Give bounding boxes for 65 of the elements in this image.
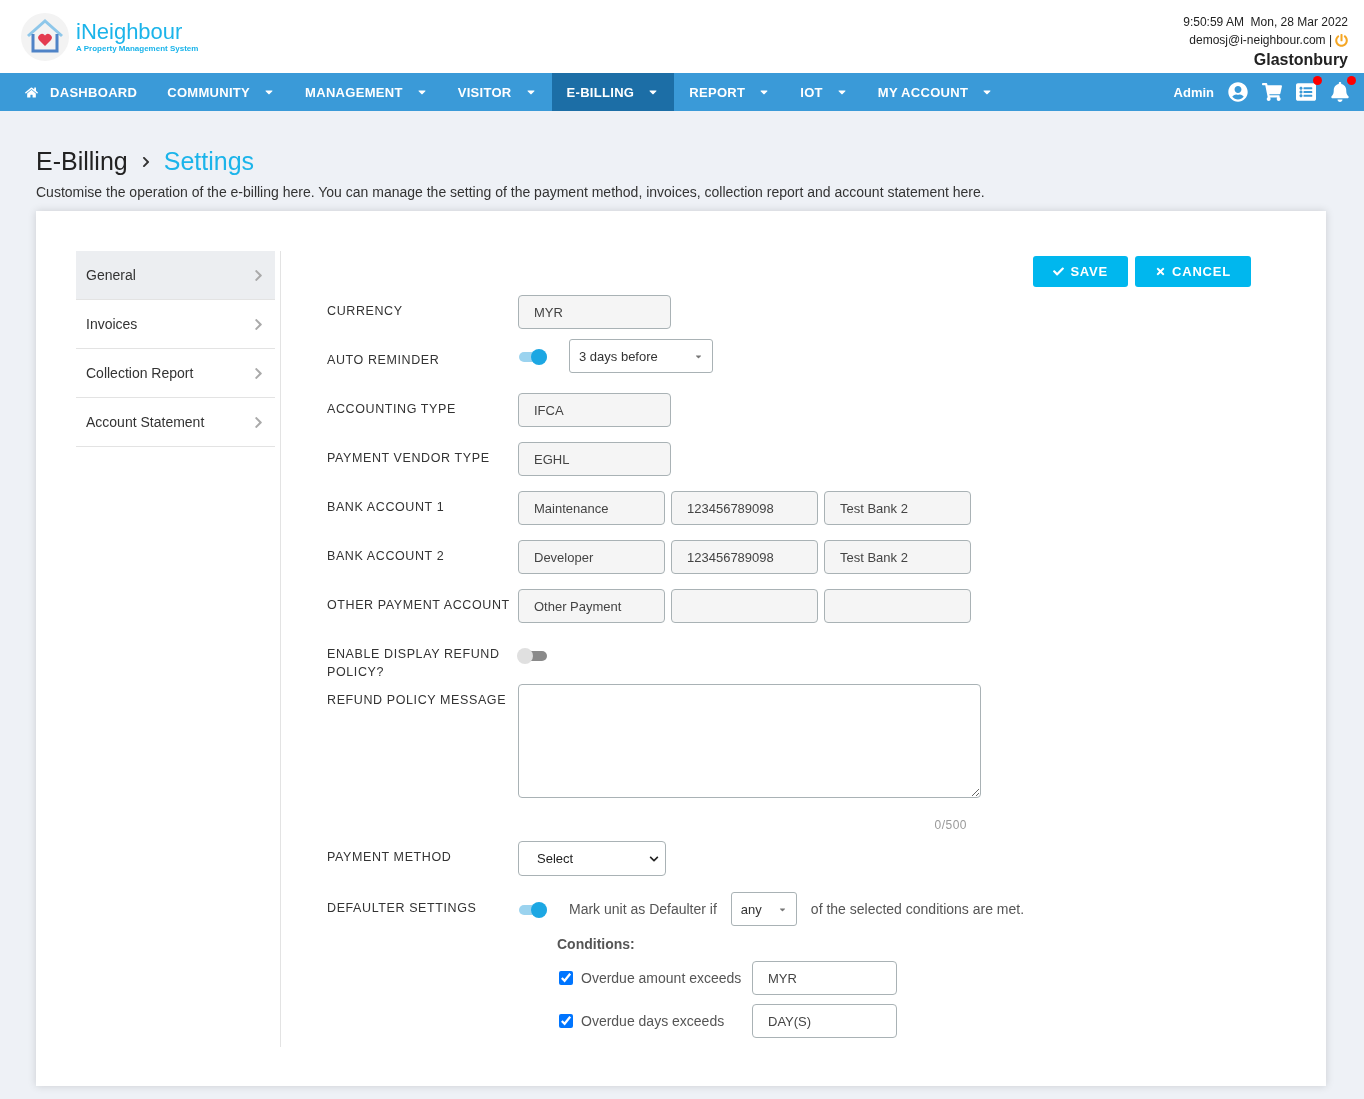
dropdown[interactable]: 3 days before xyxy=(569,339,713,373)
page-description: Customise the operation of the e-billing here. You can manage the setting of the payment method, invoices, collection report and account statement here. xyxy=(36,184,986,200)
chevron-down-icon xyxy=(649,853,659,864)
text-field[interactable] xyxy=(824,589,971,623)
bell-icon[interactable] xyxy=(1330,82,1350,102)
breadcrumb-section[interactable]: E-Billing xyxy=(36,147,128,176)
home-icon xyxy=(25,85,38,99)
text-field[interactable]: DAY(S) xyxy=(752,1004,897,1038)
field-label: AUTO REMINDER xyxy=(327,352,441,369)
toggle-switch[interactable] xyxy=(519,651,547,661)
select-field[interactable]: Select xyxy=(518,841,666,876)
field-label: PAYMENT VENDOR TYPE xyxy=(327,450,491,467)
profile-icon[interactable] xyxy=(1228,82,1248,102)
field-label: ENABLE DISPLAY REFUND POLICY? xyxy=(327,646,501,681)
text-field[interactable]: MYR xyxy=(752,961,897,995)
text-field[interactable] xyxy=(671,589,818,623)
field-label: DEFAULTER SETTINGS xyxy=(327,900,478,917)
cart-icon[interactable] xyxy=(1262,82,1282,102)
nav-menu-item[interactable]: E-BILLING xyxy=(551,73,675,111)
conditions-heading: Conditions: xyxy=(557,936,636,952)
field-label: BANK ACCOUNT 1 xyxy=(327,499,446,516)
chevron-right-icon xyxy=(252,268,265,282)
field-label: ACCOUNTING TYPE xyxy=(327,401,457,418)
condition-label: Overdue amount exceeds xyxy=(581,970,743,986)
defaulter-text: of the selected conditions are met. xyxy=(810,901,1025,917)
checkbox[interactable] xyxy=(559,971,573,985)
chevron-right-icon xyxy=(252,317,265,331)
text-field[interactable]: 123456789098 xyxy=(671,491,818,525)
text-field[interactable]: MYR xyxy=(518,295,671,329)
text-field[interactable]: Other Payment xyxy=(518,589,665,623)
defaulter-text: Mark unit as Defaulter if xyxy=(569,901,717,917)
logo-name: iNeighbour xyxy=(76,20,184,44)
user-role: Admin xyxy=(1173,84,1214,100)
toggle-switch[interactable] xyxy=(519,352,547,362)
text-field[interactable]: Test Bank 2 xyxy=(824,540,971,574)
field-label: PAYMENT METHOD xyxy=(327,849,453,866)
page-title: Settings xyxy=(163,147,255,176)
check-icon xyxy=(1053,266,1065,277)
text-field[interactable]: Test Bank 2 xyxy=(824,491,971,525)
site-name: Glastonbury xyxy=(1253,51,1348,69)
condition-label: Overdue days exceeds xyxy=(581,1013,726,1029)
close-icon xyxy=(1155,266,1167,277)
dropdown[interactable]: any xyxy=(730,892,797,926)
checkbox[interactable] xyxy=(559,1014,573,1028)
message-textarea[interactable] xyxy=(518,684,981,798)
list-icon[interactable] xyxy=(1296,82,1316,102)
sidebar-item[interactable]: General xyxy=(76,251,275,300)
field-label: OTHER PAYMENT ACCOUNT xyxy=(327,597,511,614)
date-time: 9:50:59 AM Mon, 28 Mar 2022 xyxy=(1183,15,1348,29)
field-label: REFUND POLICY MESSAGE xyxy=(327,692,508,709)
text-field[interactable]: Maintenance xyxy=(518,491,665,525)
house-heart-logo xyxy=(20,11,70,62)
chevron-right-icon xyxy=(252,415,265,429)
power-icon[interactable] xyxy=(1335,33,1348,47)
character-counter: 0/500 xyxy=(933,818,967,832)
text-field[interactable]: Developer xyxy=(518,540,665,574)
text-field[interactable]: 123456789098 xyxy=(671,540,818,574)
field-label: BANK ACCOUNT 2 xyxy=(327,548,446,565)
logo-tagline: A Property Management System xyxy=(76,44,199,53)
user-email: demosj@i-neighbour.com | xyxy=(1189,33,1332,47)
toggle-switch[interactable] xyxy=(519,905,547,915)
field-label: CURRENCY xyxy=(327,303,404,320)
chevron-right-icon xyxy=(252,366,265,380)
text-field[interactable]: IFCA xyxy=(518,393,671,427)
text-field[interactable]: EGHL xyxy=(518,442,671,476)
